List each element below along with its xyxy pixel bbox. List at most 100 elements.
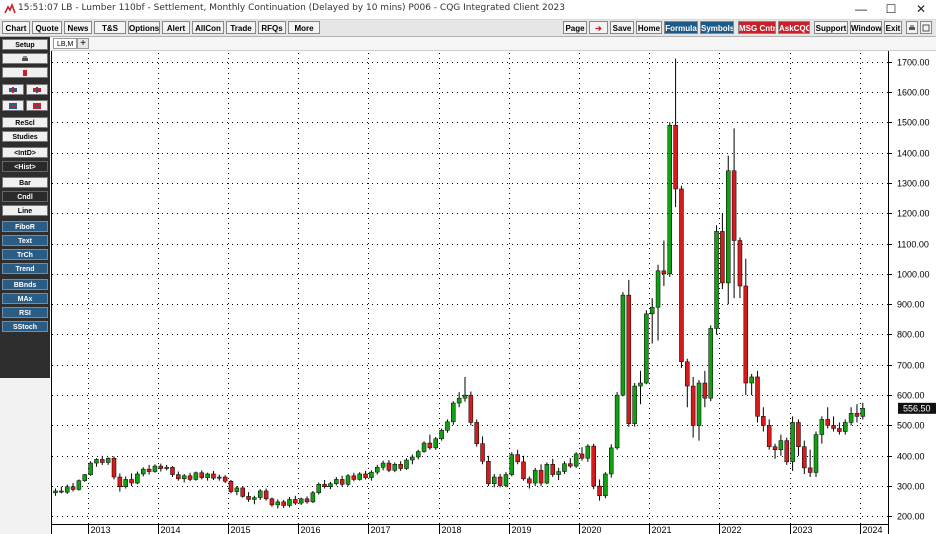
formula-button[interactable]: Formula <box>664 21 698 34</box>
candle-body-up <box>819 419 825 435</box>
candle-body-up <box>380 462 386 468</box>
candle-body-down <box>398 464 403 469</box>
study-text[interactable]: Text <box>2 235 48 246</box>
page-arrow-button[interactable]: ➔ <box>589 21 608 34</box>
chart-tab-bar: LB,M + <box>51 37 936 51</box>
candlestick-chart[interactable]: 200.00 300.00 400.00 500.00 600.00 700.00 800.… <box>51 51 936 534</box>
symbols-button[interactable]: Symbols <box>700 21 734 34</box>
candle-body-down <box>568 463 573 467</box>
candle-chart-button[interactable]: Cndl <box>2 191 48 202</box>
menu-quote[interactable]: Quote <box>32 21 62 34</box>
candle-body-up <box>275 501 281 506</box>
study-trch[interactable]: TrCh <box>2 249 48 260</box>
menu-news[interactable]: News <box>64 21 92 34</box>
candle <box>755 370 760 423</box>
page-button[interactable]: Page <box>563 21 587 34</box>
askcqg-button[interactable]: AskCQG <box>778 21 810 34</box>
menu-allcon[interactable]: AllCon <box>192 21 224 34</box>
menu-rfqs[interactable]: RFQs <box>258 21 286 34</box>
candle-body-up <box>544 464 550 484</box>
candle <box>632 383 637 427</box>
candle-body-up <box>334 479 339 484</box>
candle-body-up <box>860 408 866 417</box>
candle-body-up <box>258 490 263 498</box>
tab-lb-monthly[interactable]: LB,M <box>53 38 78 49</box>
candle-body-up <box>135 473 140 484</box>
candle-body-up <box>778 440 784 450</box>
menu-more[interactable]: More <box>288 21 320 34</box>
save-button[interactable]: Save <box>610 21 634 34</box>
candle-body-down <box>480 443 485 462</box>
candle-body-up <box>620 294 626 396</box>
candle <box>626 279 632 427</box>
year-label: 2021 <box>652 525 672 534</box>
home-button[interactable]: Home <box>636 21 662 34</box>
last-price-label: 556.50 <box>903 403 931 413</box>
study-bbnds[interactable]: BBnds <box>2 279 48 290</box>
maximize-button[interactable]: ☐ <box>876 0 906 19</box>
setup-button[interactable]: Setup <box>2 39 48 50</box>
candle <box>451 401 456 425</box>
menu-ts[interactable]: T&S <box>94 21 126 34</box>
candle-body-down <box>211 473 216 479</box>
help-icon[interactable] <box>920 21 932 34</box>
candle-body-down <box>825 419 830 426</box>
candle-body-up <box>392 464 398 471</box>
candle-body-up <box>603 473 608 497</box>
candle-body-up <box>708 328 713 399</box>
menu-options[interactable]: Options <box>128 21 160 34</box>
intraday-button[interactable]: <IntD> <box>2 147 48 158</box>
menu-trade[interactable]: Trade <box>226 21 256 34</box>
candle-body-up <box>410 456 415 461</box>
msg-center-button[interactable]: MSG Cntr <box>738 21 776 34</box>
menu-chart[interactable]: Chart <box>2 21 30 34</box>
price-tick-label: 600.00 <box>897 391 925 401</box>
candle-body-up <box>556 471 561 475</box>
minimize-button[interactable]: — <box>846 0 876 19</box>
menu-alert[interactable]: Alert <box>162 21 190 34</box>
print-icon[interactable] <box>906 21 918 34</box>
study-sidebar: Setup ReScl Studies <IntD> <Hist> Bar Cn… <box>0 37 50 378</box>
candle-body-down <box>486 460 491 484</box>
candle-body-down <box>685 361 690 387</box>
candle-body-down <box>59 490 64 493</box>
history-button[interactable]: <Hist> <box>2 161 48 172</box>
candle-body-up <box>234 487 240 492</box>
study-fibor[interactable]: FiboR <box>2 221 48 232</box>
candle-body-down <box>538 470 544 484</box>
candle-body-down <box>158 465 164 469</box>
window-button[interactable]: Window <box>850 21 882 34</box>
zoom-out-icon[interactable] <box>26 84 48 95</box>
candle-body-up <box>105 457 111 463</box>
candle-body-up <box>562 463 567 472</box>
candle-body-up <box>193 472 199 480</box>
compress-icon[interactable] <box>26 100 48 111</box>
year-label: 2020 <box>582 525 602 534</box>
study-rsi[interactable]: RSI <box>2 307 48 318</box>
candle-body-up <box>123 479 128 487</box>
year-label: 2013 <box>91 525 111 534</box>
bar-chart-button[interactable]: Bar <box>2 177 48 188</box>
rescale-button[interactable]: ReScl <box>2 117 48 128</box>
last-price-marker: 556.50 <box>898 402 936 414</box>
studies-button[interactable]: Studies <box>2 131 48 142</box>
close-button[interactable]: ✕ <box>906 0 936 19</box>
study-max[interactable]: MAx <box>2 293 48 304</box>
zoom-in-icon[interactable] <box>2 84 24 95</box>
expand-icon[interactable] <box>2 100 24 111</box>
line-chart-button[interactable]: Line <box>2 205 48 216</box>
study-trend[interactable]: Trend <box>2 263 48 274</box>
add-tab-button[interactable]: + <box>77 38 89 49</box>
candle-body-down <box>293 499 298 504</box>
print-chart-icon[interactable] <box>2 53 48 64</box>
exit-button[interactable]: Exit <box>884 21 902 34</box>
candle <box>784 437 789 465</box>
candle-body-up <box>843 422 848 432</box>
support-button[interactable]: Support <box>814 21 848 34</box>
candle-body-up <box>456 397 462 404</box>
study-sstoch[interactable]: SStoch <box>2 321 48 332</box>
year-label: 2015 <box>231 525 251 534</box>
candle-body-up <box>415 451 421 458</box>
cursor-icon[interactable] <box>2 67 48 78</box>
candle-body-down <box>702 382 708 399</box>
